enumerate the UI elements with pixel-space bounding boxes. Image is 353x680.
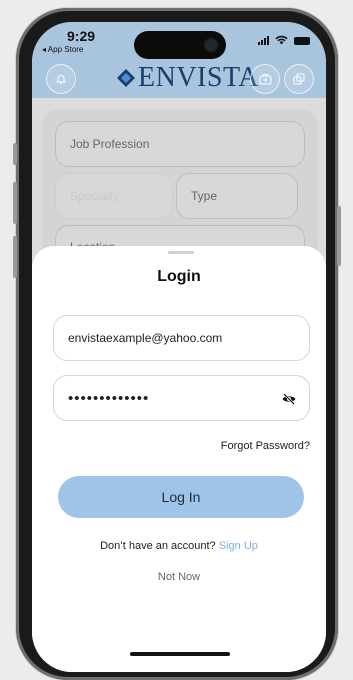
- eye-off-icon[interactable]: [281, 391, 297, 407]
- share-icon: [293, 73, 305, 85]
- share-button[interactable]: [284, 64, 314, 94]
- login-sheet: Login Forgot Password? Log In Don’t have…: [32, 246, 326, 672]
- not-now-button[interactable]: Not Now: [32, 571, 326, 583]
- notifications-button[interactable]: [46, 64, 76, 94]
- battery-icon: [294, 37, 310, 45]
- password-field[interactable]: [53, 375, 310, 421]
- job-profession-field[interactable]: Job Profession: [55, 121, 305, 167]
- status-icons: [258, 35, 310, 45]
- add-job-button[interactable]: [250, 64, 280, 94]
- phone-screen: 9:29 ◂ App Store ENVISTA Job Profession …: [32, 22, 326, 672]
- no-account-text: Don’t have an account?: [100, 540, 216, 552]
- volume-up-button: [13, 182, 17, 224]
- brand-name: ENVISTA: [138, 62, 260, 93]
- app-header: 9:29 ◂ App Store ENVISTA: [32, 22, 326, 98]
- signup-link[interactable]: Sign Up: [219, 540, 258, 552]
- email-input[interactable]: [68, 331, 268, 345]
- dynamic-island: [134, 31, 226, 59]
- email-field[interactable]: [53, 315, 310, 361]
- back-to-app-store[interactable]: ◂ App Store: [42, 45, 83, 54]
- specialty-field[interactable]: Specialty: [55, 173, 173, 219]
- status-time: 9:29: [67, 28, 96, 44]
- sheet-grabber[interactable]: [168, 251, 194, 254]
- signal-icon: [258, 36, 269, 45]
- login-title: Login: [157, 268, 201, 285]
- camera-icon: [206, 40, 216, 50]
- wifi-icon: [275, 35, 288, 45]
- silent-switch: [13, 143, 17, 165]
- briefcase-plus-icon: [259, 74, 271, 85]
- signup-row: Don’t have an account? Sign Up: [32, 540, 326, 552]
- home-indicator[interactable]: [130, 652, 230, 656]
- bell-icon: [55, 75, 67, 85]
- power-button: [337, 206, 341, 266]
- login-button[interactable]: Log In: [58, 476, 304, 518]
- brand-logo: ENVISTA: [116, 62, 259, 94]
- envista-logo-icon: [117, 69, 135, 87]
- volume-down-button: [13, 236, 17, 278]
- type-field[interactable]: Type: [176, 173, 298, 219]
- password-input[interactable]: [68, 389, 268, 407]
- forgot-password-link[interactable]: Forgot Password?: [221, 440, 310, 452]
